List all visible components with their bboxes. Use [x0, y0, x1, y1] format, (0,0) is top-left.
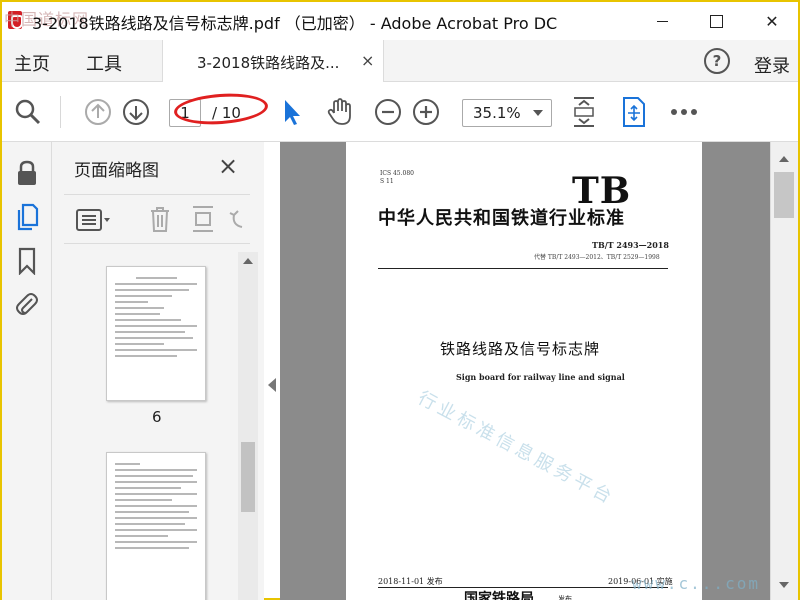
- page-thumbnail[interactable]: [106, 266, 206, 401]
- watermark-bottom-right: www.c...com: [632, 574, 760, 593]
- scroll-up-icon[interactable]: [243, 258, 253, 264]
- zoom-in-icon[interactable]: [410, 96, 442, 128]
- scroll-down-icon[interactable]: [779, 582, 789, 588]
- more-options-icon[interactable]: [668, 96, 700, 128]
- minimize-button[interactable]: [638, 2, 686, 40]
- divider: [378, 268, 668, 269]
- classification-code: S 11: [380, 178, 394, 185]
- close-icon[interactable]: ×: [361, 51, 374, 70]
- help-icon[interactable]: ?: [704, 48, 730, 74]
- window-title: 3-2018铁路线路及信号标志牌.pdf （已加密） - Adobe Acrob…: [32, 14, 558, 33]
- login-button[interactable]: 登录: [754, 52, 790, 78]
- lock-icon[interactable]: [12, 158, 42, 188]
- ics-code: ICS 45.080 S 11: [380, 170, 414, 186]
- thumbnail-page-number: 6: [152, 408, 162, 426]
- extract-page-icon[interactable]: [190, 205, 216, 237]
- pdf-page: ICS 45.080 S 11 TB 中华人民共和国铁道行业标准 TB/T 249…: [346, 142, 702, 600]
- hand-tool-icon[interactable]: [324, 96, 356, 128]
- close-icon[interactable]: ×: [218, 152, 238, 180]
- issue-date: 2018-11-01 发布: [378, 577, 443, 586]
- thumbnail-scroll-thumb[interactable]: [241, 442, 255, 512]
- zoom-value: 35.1%: [473, 104, 521, 122]
- document-tab-label: 3-2018铁路线路及...: [197, 54, 340, 72]
- select-cursor-icon[interactable]: [276, 96, 308, 128]
- previous-page-icon[interactable]: [82, 96, 114, 128]
- bookmark-icon[interactable]: [12, 246, 42, 276]
- document-tab[interactable]: 3-2018铁路线路及... ×: [162, 40, 384, 82]
- publisher-suffix: 发布: [558, 595, 572, 600]
- thumbnail-options-icon[interactable]: [76, 207, 112, 237]
- document-title-en: Sign board for railway line and signal: [456, 372, 625, 382]
- scroll-mode-icon[interactable]: [618, 96, 650, 128]
- thumbnail-scrollbar[interactable]: [238, 252, 258, 600]
- page-thumbnail[interactable]: [106, 452, 206, 600]
- standard-title: 中华人民共和国铁道行业标准: [378, 208, 625, 229]
- pages-icon[interactable]: [12, 202, 42, 232]
- replaces-note: 代替 TB/T 2493—2012、TB/T 2529—1998: [534, 254, 660, 261]
- side-rail: [2, 142, 52, 600]
- thumbnail-panel: 页面缩略图 × 6: [52, 142, 264, 600]
- zoom-out-icon[interactable]: [372, 96, 404, 128]
- diagonal-watermark: 行业标准信息服务平台: [414, 387, 619, 510]
- standard-number: TB/T 2493—2018: [592, 240, 669, 250]
- fit-page-icon[interactable]: [568, 96, 600, 128]
- scroll-thumb[interactable]: [774, 172, 794, 218]
- close-window-button[interactable]: ✕: [748, 2, 796, 40]
- toolbar-separator: [60, 96, 61, 128]
- publisher: 国家铁路局: [464, 591, 534, 600]
- next-page-icon[interactable]: [120, 96, 152, 128]
- rotate-icon[interactable]: [228, 205, 248, 237]
- menu-tools[interactable]: 工具: [86, 50, 122, 76]
- chevron-down-icon: [533, 110, 543, 116]
- toolbar: 1 / 10 35.1%: [2, 82, 798, 142]
- vertical-scrollbar[interactable]: [770, 142, 798, 600]
- collapse-panel-icon[interactable]: [268, 378, 276, 392]
- title-bar: 中国道标网 3-2018铁路线路及信号标志牌.pdf （已加密） - Adobe…: [2, 2, 798, 40]
- document-title-cn: 铁路线路及信号标志牌: [440, 340, 601, 358]
- document-view[interactable]: ICS 45.080 S 11 TB 中华人民共和国铁道行业标准 TB/T 249…: [280, 142, 770, 600]
- menu-bar: 主页 工具 3-2018铁路线路及... × ? 登录: [2, 40, 798, 82]
- trash-icon[interactable]: [148, 205, 172, 237]
- search-icon[interactable]: [12, 96, 44, 128]
- menu-home[interactable]: 主页: [14, 50, 50, 76]
- zoom-select[interactable]: 35.1%: [462, 99, 552, 127]
- scroll-up-icon[interactable]: [779, 156, 789, 162]
- maximize-button[interactable]: [692, 2, 740, 40]
- thumbnail-tools: [64, 194, 250, 244]
- attachment-icon[interactable]: [12, 290, 42, 320]
- ics-number: ICS 45.080: [380, 170, 414, 177]
- thumbnail-panel-title: 页面缩略图: [74, 161, 159, 181]
